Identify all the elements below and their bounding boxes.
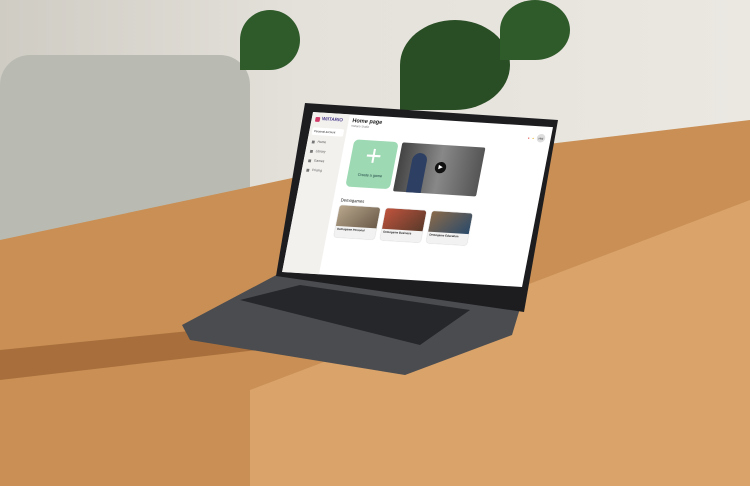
sidebar-item-label: Library	[315, 149, 326, 154]
create-game-button[interactable]: + Create a game	[345, 139, 399, 190]
sidebar-item-pricing[interactable]: Pricing	[301, 165, 340, 177]
sidebar-item-label: Home	[317, 139, 327, 145]
logo-icon	[314, 116, 321, 122]
avatar[interactable]: HW	[536, 133, 546, 143]
demo-thumbnail	[381, 208, 427, 232]
demo-title: Demogame Business	[382, 229, 412, 236]
pricing-icon	[306, 168, 310, 172]
section-title: Demogames	[340, 197, 365, 204]
main-content: Home page Wiitario Studio ● ● HW + Creat…	[323, 118, 549, 287]
library-icon	[309, 149, 314, 153]
demo-thumbnail	[428, 210, 473, 235]
demo-thumbnail	[335, 205, 381, 229]
laptop-screen: WIITARIO Personal account Home Library G…	[282, 112, 553, 288]
notification-icon[interactable]: ●	[528, 136, 530, 140]
star-icon[interactable]: ●	[532, 136, 534, 140]
brand-name: WIITARIO	[321, 116, 344, 124]
home-icon	[311, 140, 316, 144]
demo-title: Demogame Education	[429, 232, 459, 239]
avatar-character	[405, 152, 429, 194]
demo-title: Demogame Personal	[336, 226, 365, 233]
sidebar-item-label: Games	[313, 158, 325, 164]
account-switcher[interactable]: Personal account	[311, 127, 345, 137]
intro-video[interactable]: ▶	[392, 142, 486, 197]
plus-icon: +	[362, 140, 385, 173]
demo-card[interactable]: Demogame Education	[425, 210, 473, 246]
sidebar-item-label: Pricing	[311, 168, 323, 173]
play-icon[interactable]: ▶	[433, 161, 448, 174]
demo-card[interactable]: Demogame Personal	[333, 205, 381, 240]
user-area: ● ● HW	[527, 133, 546, 143]
games-icon	[308, 158, 312, 162]
brand-logo[interactable]: WIITARIO	[310, 112, 349, 127]
demo-card[interactable]: Demogame Business	[379, 208, 427, 243]
